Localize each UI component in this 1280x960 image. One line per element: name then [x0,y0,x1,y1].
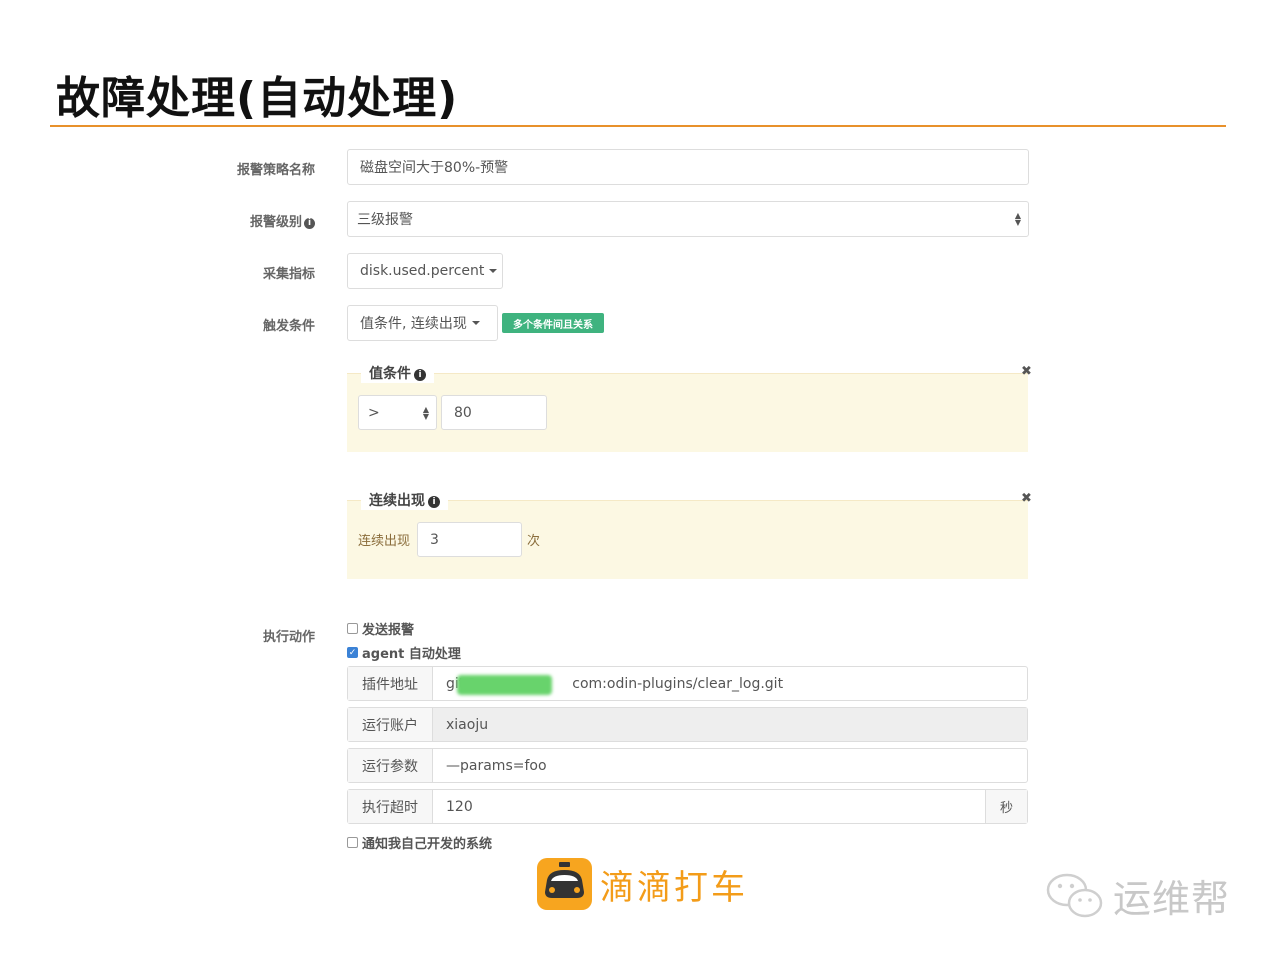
run-account-label: 运行账户 [348,708,433,741]
timeout-value: 120 [446,798,473,815]
metric-dropdown[interactable]: disk.used.percent [347,253,503,289]
run-params-group: 运行参数 —params=foo [347,748,1028,783]
threshold-input[interactable]: 80 [441,395,547,430]
value-condition-title: 值条件 [369,366,411,382]
consecutive-title: 连续出现 [369,493,425,509]
consecutive-panel: 连续出现 3 次 [347,500,1028,579]
policy-name-label: 报警策略名称 [236,163,315,178]
consecutive-legend: 连续出现 i [361,490,448,510]
consecutive-inline-label: 连续出现 [358,534,411,549]
timeout-label: 执行超时 [348,790,433,823]
run-account-group: 运行账户 xiaoju [347,707,1028,742]
taxi-icon [537,858,592,910]
redaction-blur [457,675,552,695]
consecutive-count-value: 3 [430,531,439,548]
timeout-input[interactable]: 120 [433,790,985,823]
select-arrows-icon: ▲ ▼ [422,404,429,421]
and-relation-badge: 多个条件间且关系 [502,313,604,333]
run-params-label: 运行参数 [348,749,433,782]
wechat-icon [1046,873,1103,917]
run-account-input: xiaoju [433,708,1027,741]
agent-auto-label: agent 自动处理 [362,647,461,662]
send-alarm-checkbox[interactable]: 发送报警 [347,619,414,638]
timeout-group: 执行超时 120 秒 [347,789,1028,824]
title-underline [50,125,1226,127]
threshold-value: 80 [454,404,472,421]
close-icon[interactable]: ✖ [1021,364,1032,379]
trigger-value: 值条件, 连续出现 [360,316,467,332]
alarm-level-label-text: 报警级别 [249,215,302,230]
didi-logo: 滴滴打车 [537,858,748,910]
trigger-dropdown[interactable]: 值条件, 连续出现 [347,305,498,341]
operator-select[interactable]: > ▲ ▼ [358,395,437,430]
slide-title: 故障处理(自动处理) [56,73,459,124]
policy-name-input[interactable]: 磁盘空间大于80%-预警 [347,149,1029,185]
run-params-value: —params=foo [446,757,547,774]
actions-label: 执行动作 [262,630,315,645]
watermark-text: 运维帮 [1113,877,1231,921]
plugin-url-input[interactable]: git@ com:odin-plugins/clear_log.git [433,667,1027,700]
notify-own-label: 通知我自己开发的系统 [362,837,493,852]
wechat-watermark: 运维帮 [1045,868,1230,923]
consecutive-unit: 次 [527,534,541,549]
notify-own-checkbox[interactable]: 通知我自己开发的系统 [347,833,492,852]
agent-auto-checkbox[interactable]: ✓ agent 自动处理 [347,643,461,662]
metric-value: disk.used.percent [360,263,485,279]
run-account-value: xiaoju [446,716,489,733]
plugin-url-label: 插件地址 [348,667,433,700]
run-params-input[interactable]: —params=foo [433,749,1027,782]
info-icon: i [414,369,426,381]
alarm-level-value: 三级报警 [357,212,413,228]
value-condition-panel: > ▲ ▼ 80 [347,373,1028,452]
operator-value: > [368,404,380,421]
plugin-url-group: 插件地址 git@ com:odin-plugins/clear_log.git [347,666,1028,701]
alarm-level-label: 报警级别 i [175,211,315,230]
caret-down-icon [489,269,498,273]
caret-down-icon [471,321,480,325]
select-arrows-icon: ▲ ▼ [1014,211,1021,227]
checkbox-empty-icon[interactable] [347,623,358,634]
info-icon: i [428,496,440,508]
consecutive-count-input[interactable]: 3 [417,522,522,557]
value-condition-legend: 值条件 i [361,363,434,383]
check-icon[interactable]: ✓ [347,647,358,658]
trigger-label: 触发条件 [262,319,315,334]
info-icon: i [304,218,315,229]
checkbox-empty-icon[interactable] [347,837,358,848]
metric-label: 采集指标 [262,267,315,282]
policy-name-value: 磁盘空间大于80%-预警 [360,160,509,176]
alarm-level-select[interactable]: 三级报警 ▲ ▼ [347,201,1029,237]
brand-name: 滴滴打车 [600,867,748,908]
plugin-url-suffix: com:odin-plugins/clear_log.git [572,675,784,692]
close-icon[interactable]: ✖ [1021,491,1032,506]
timeout-unit: 秒 [985,790,1027,823]
send-alarm-label: 发送报警 [362,623,415,638]
